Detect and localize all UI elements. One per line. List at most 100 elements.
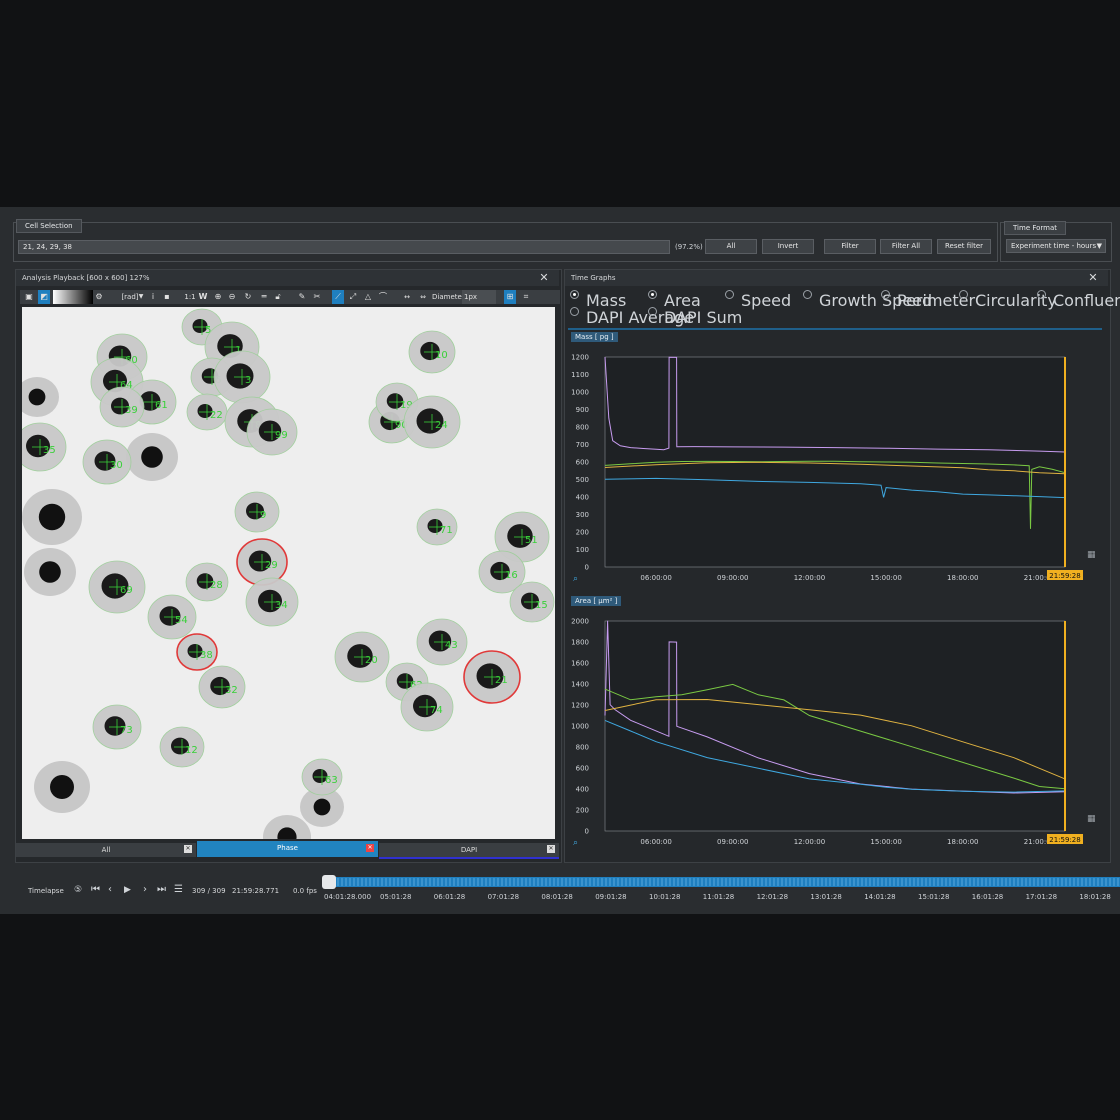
cell-label: 3 bbox=[245, 375, 251, 386]
angle-icon[interactable]: △ bbox=[362, 290, 374, 304]
cell-34[interactable]: 34 bbox=[245, 577, 299, 627]
cell-label: 16 bbox=[505, 570, 518, 581]
mass-x-tick: 18:00:00 bbox=[947, 574, 978, 582]
cell-21[interactable]: 21 bbox=[463, 650, 521, 704]
cell-12[interactable]: 12 bbox=[159, 726, 205, 768]
polyline-icon[interactable]: ⤢ bbox=[347, 290, 359, 304]
fps-readout: 0.0 fps bbox=[293, 887, 317, 895]
cell-74[interactable]: 74 bbox=[400, 682, 454, 732]
mass-y-tick: 800 bbox=[576, 424, 589, 432]
cell-selection-input[interactable]: 21, 24, 29, 38 bbox=[18, 240, 670, 254]
first-frame-icon[interactable]: ⏮︎ bbox=[91, 884, 100, 895]
minus-icon[interactable]: ═ bbox=[258, 290, 270, 304]
grid-icon[interactable]: ▦ bbox=[1087, 550, 1096, 560]
cell-99[interactable]: 99 bbox=[246, 408, 298, 456]
mass-y-tick: 400 bbox=[576, 494, 589, 502]
timeline-scrubber[interactable]: 04:01:28.000 05:01:28 06:01:28 07:01:28 08:0… bbox=[320, 875, 1120, 903]
close-icon[interactable]: ✕ bbox=[1088, 272, 1098, 283]
invert-button[interactable]: Invert bbox=[762, 239, 814, 254]
zoom-out-icon[interactable]: ⊖ bbox=[226, 290, 238, 304]
timeline-tick: 11:01:28 bbox=[703, 893, 734, 901]
cell-71[interactable]: 71 bbox=[416, 508, 458, 546]
close-icon[interactable]: ✕ bbox=[366, 844, 374, 852]
collapse-icon[interactable]: ⇔ bbox=[416, 290, 430, 304]
chevron-down-icon[interactable]: ▼ bbox=[137, 290, 145, 304]
mass-x-tick: 06:00:00 bbox=[640, 574, 671, 582]
diameter-input[interactable]: 1px bbox=[462, 290, 496, 304]
cell-28[interactable]: 28 bbox=[185, 562, 229, 602]
next-frame-icon[interactable]: › bbox=[143, 884, 147, 895]
cell-label: 22 bbox=[210, 410, 223, 421]
play-icon[interactable]: ▶ bbox=[124, 885, 131, 895]
timeline-tick: 05:01:28 bbox=[380, 893, 411, 901]
cell-22[interactable]: 22 bbox=[186, 393, 228, 431]
cell-20[interactable]: 20 bbox=[334, 631, 390, 683]
cell-39[interactable]: 39 bbox=[99, 386, 145, 428]
refresh-icon[interactable]: ↻ bbox=[242, 290, 254, 304]
prev-frame-icon[interactable]: ‹ bbox=[108, 884, 112, 895]
cell-9[interactable]: 9 bbox=[234, 491, 280, 533]
filter-all-button[interactable]: Filter All bbox=[880, 239, 932, 254]
cell-29[interactable]: 29 bbox=[236, 538, 288, 586]
area-chart[interactable]: 0 200 400 600 800 1000 1200 1400 1600 1800 2000 06:… bbox=[565, 606, 1105, 854]
area-x-tick: 18:00:00 bbox=[947, 838, 978, 846]
zoom-icon[interactable]: ⌕ bbox=[573, 838, 578, 848]
cell-3[interactable]: 3 bbox=[213, 350, 271, 404]
time-format-select[interactable]: Experiment time - hours ▼ bbox=[1006, 239, 1106, 253]
tab-dapi[interactable]: DAPI ✕ bbox=[379, 843, 559, 859]
expand-icon[interactable]: ↔ bbox=[400, 290, 414, 304]
cell-54[interactable]: 54 bbox=[147, 594, 197, 640]
time-graphs-title: Time Graphs bbox=[565, 270, 1108, 286]
timeline-tick: 17:01:28 bbox=[1026, 893, 1057, 901]
reset-filter-button[interactable]: Reset filter bbox=[937, 239, 991, 254]
grid-icon[interactable]: ▦ bbox=[1087, 814, 1096, 824]
mass-chart[interactable]: 0 100 200 300 400 500 600 700 800 900 1000 1100 1200… bbox=[565, 342, 1105, 590]
cell-73[interactable]: 73 bbox=[92, 704, 142, 750]
cell-label: 15 bbox=[535, 600, 548, 611]
cell-15[interactable]: 15 bbox=[509, 581, 555, 623]
close-icon[interactable]: ✕ bbox=[184, 845, 192, 853]
gradient-bar[interactable] bbox=[53, 290, 93, 304]
cell-43[interactable]: 43 bbox=[416, 618, 468, 666]
width-icon[interactable]: W bbox=[198, 290, 208, 304]
all-button[interactable]: All bbox=[705, 239, 757, 254]
filter-icon[interactable]: ⌗ bbox=[520, 290, 532, 304]
cell-63[interactable]: 63 bbox=[301, 758, 343, 796]
menu-icon[interactable]: ☰ bbox=[174, 884, 183, 895]
timeline-tick: 10:01:28 bbox=[649, 893, 680, 901]
info-icon[interactable]: i bbox=[148, 290, 158, 304]
arc-icon[interactable]: ⌒ bbox=[377, 290, 389, 304]
close-icon[interactable]: ✕ bbox=[539, 272, 549, 283]
last-frame-icon[interactable]: ⏭︎ bbox=[157, 884, 166, 895]
cell-24[interactable]: 24 bbox=[403, 395, 461, 449]
cell-30[interactable]: 30 bbox=[82, 439, 132, 485]
image-viewer[interactable]: 5160106364613922899901924353097151291628… bbox=[22, 307, 555, 839]
settings-icon[interactable]: ⚙ bbox=[94, 290, 104, 304]
cell-label: 34 bbox=[275, 600, 288, 611]
filter-button[interactable]: Filter bbox=[824, 239, 876, 254]
cell-35[interactable]: 35 bbox=[22, 422, 67, 472]
frame-counter: 309 / 309 bbox=[192, 887, 226, 895]
cell-32[interactable]: 32 bbox=[198, 665, 246, 709]
cell-38[interactable]: 38 bbox=[176, 633, 218, 671]
line-tool-icon[interactable]: ⟋ bbox=[332, 290, 344, 304]
lock-icon[interactable]: 🔓︎ bbox=[272, 290, 284, 304]
tab-phase[interactable]: Phase ✕ bbox=[197, 841, 378, 857]
ruler-clear-icon[interactable]: ✂ bbox=[311, 290, 323, 304]
zoom-in-icon[interactable]: ⊕ bbox=[212, 290, 224, 304]
loop-icon[interactable]: ⑤ bbox=[74, 885, 82, 895]
radio-indicator bbox=[1037, 290, 1046, 299]
grid-icon[interactable]: ⊞ bbox=[504, 290, 516, 304]
colormap-icon[interactable]: ◩ bbox=[38, 290, 50, 304]
zoom-ratio[interactable]: 1:1 bbox=[182, 290, 198, 304]
save-icon[interactable]: ▪ bbox=[162, 290, 172, 304]
cell-10[interactable]: 10 bbox=[408, 330, 456, 374]
ruler-icon[interactable]: ✎ bbox=[296, 290, 308, 304]
fit-icon[interactable]: ▣ bbox=[23, 290, 35, 304]
cell-69[interactable]: 69 bbox=[88, 560, 146, 614]
timeline-tick: 18:01:28 bbox=[1079, 893, 1110, 901]
timeline-handle[interactable] bbox=[322, 875, 336, 889]
tab-all[interactable]: All ✕ bbox=[16, 843, 196, 857]
zoom-icon[interactable]: ⌕ bbox=[573, 574, 578, 584]
close-icon[interactable]: ✕ bbox=[547, 845, 555, 853]
